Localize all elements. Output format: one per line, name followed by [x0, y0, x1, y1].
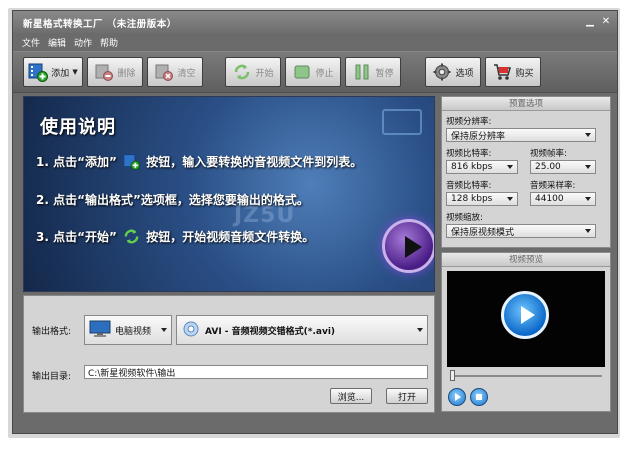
audio-bitrate-value: 128 kbps	[451, 194, 493, 204]
toolbar: 添加 ▼ 删除 清空 开始 停止 暂停 选项 购买	[13, 51, 617, 93]
minimize-icon[interactable]: ▁	[583, 15, 597, 28]
pause-icon	[352, 62, 372, 82]
output-panel: 输出格式: 电脑视频 AVI - 音频视频交错格式(*.avi) 输出目录: C…	[23, 295, 435, 413]
play-icon[interactable]	[501, 291, 549, 339]
chevron-down-icon	[585, 229, 591, 233]
delete-button-label: 删除	[117, 68, 136, 79]
output-format-label: 输出格式:	[32, 327, 72, 337]
open-button[interactable]: 打开	[386, 388, 428, 404]
sample-rate-select[interactable]: 44100	[530, 192, 596, 206]
preview-screen	[447, 271, 605, 367]
menu-help[interactable]: 帮助	[100, 36, 118, 49]
step-1-text-a: 1. 点击“添加”	[36, 155, 117, 169]
refresh-icon	[123, 228, 140, 245]
audio-bitrate-select[interactable]: 128 kbps	[446, 192, 518, 206]
delete-button[interactable]: 删除	[87, 57, 143, 87]
chevron-down-icon	[507, 165, 513, 169]
app-window: 新星格式转换工厂 （未注册版本） ▁ ✕ 文件 编辑 动作 帮助 添加 ▼ 删除…	[12, 10, 618, 434]
chevron-down-icon: ▼	[72, 68, 78, 76]
menu-edit[interactable]: 编辑	[48, 36, 66, 49]
step-3-text-a: 3. 点击“开始”	[36, 230, 117, 244]
step-3-text-b: 按钮，开始视频音频文件转换。	[146, 230, 315, 244]
step-1: 1. 点击“添加” 按钮，输入要转换的音视频文件到列表。	[36, 153, 362, 170]
delete-icon	[94, 62, 114, 82]
film-icon	[382, 109, 422, 135]
chevron-down-icon	[585, 133, 591, 137]
seek-handle[interactable]	[450, 370, 455, 381]
clear-button-label: 清空	[177, 68, 196, 79]
gear-icon	[432, 62, 452, 82]
step-1-text-b: 按钮，输入要转换的音视频文件到列表。	[146, 155, 363, 169]
output-format-value: AVI - 音频视频交错格式(*.avi)	[205, 326, 336, 337]
menu-action[interactable]: 动作	[74, 36, 92, 49]
stop-icon	[292, 62, 312, 82]
step-2: 2. 点击“输出格式”选项框，选择您要输出的格式。	[36, 193, 309, 207]
video-preview-header: 视频预览	[442, 253, 610, 267]
frame-rate-select[interactable]: 25.00	[530, 160, 596, 174]
video-resolution-select[interactable]: 保持原分辨率	[446, 128, 596, 142]
video-preview-panel: 视频预览	[441, 252, 611, 412]
chevron-down-icon	[507, 197, 513, 201]
monitor-icon	[89, 320, 111, 341]
instructions-banner: JZ5U 使用说明 1. 点击“添加” 按钮，输入要转换的音视频文件到列表。 2…	[23, 96, 435, 292]
video-bitrate-select[interactable]: 816 kbps	[446, 160, 518, 174]
video-resolution-value: 保持原分辨率	[451, 131, 506, 142]
video-resolution-label: 视频分辨率:	[446, 117, 492, 127]
video-scale-label: 视频缩放:	[446, 213, 483, 223]
output-dir-label: 输出目录:	[32, 372, 72, 382]
sample-rate-value: 44100	[535, 194, 564, 204]
output-dir-input[interactable]: C:\新星视频软件\输出	[84, 365, 428, 379]
banner-title: 使用说明	[40, 117, 116, 138]
video-scale-select[interactable]: 保持原视频模式	[446, 224, 596, 238]
start-button[interactable]: 开始	[225, 57, 281, 87]
video-bitrate-label: 视频比特率:	[446, 149, 492, 159]
device-category-select[interactable]: 电脑视频	[84, 315, 172, 345]
clear-icon	[154, 62, 174, 82]
chevron-down-icon	[585, 165, 591, 169]
close-icon[interactable]: ✕	[599, 15, 613, 28]
chevron-down-icon	[161, 328, 167, 332]
add-button-label: 添加	[51, 68, 70, 79]
pause-button[interactable]: 暂停	[345, 57, 401, 87]
options-button[interactable]: 选项	[425, 57, 481, 87]
video-scale-value: 保持原视频模式	[451, 227, 515, 238]
sample-rate-label: 音频采样率:	[530, 181, 576, 191]
add-button[interactable]: 添加 ▼	[23, 57, 83, 87]
audio-bitrate-label: 音频比特率:	[446, 181, 492, 191]
clear-button[interactable]: 清空	[147, 57, 203, 87]
play-button[interactable]	[448, 388, 466, 406]
seek-bar[interactable]	[452, 375, 602, 377]
stop-button[interactable]: 停止	[285, 57, 341, 87]
refresh-icon	[232, 62, 252, 82]
browse-button[interactable]: 浏览...	[330, 388, 372, 404]
menu-file[interactable]: 文件	[22, 36, 40, 49]
cart-icon	[492, 62, 512, 82]
options-button-label: 选项	[455, 68, 474, 79]
step-3: 3. 点击“开始” 按钮，开始视频音频文件转换。	[36, 228, 314, 245]
menu-bar: 文件 编辑 动作 帮助	[13, 33, 617, 50]
buy-button-label: 购买	[515, 68, 534, 79]
add-film-icon	[123, 153, 141, 170]
preset-options-header: 预置选项	[442, 97, 610, 111]
play-icon	[455, 393, 461, 401]
video-bitrate-value: 816 kbps	[451, 162, 493, 172]
preset-options-panel: 预置选项 视频分辨率: 保持原分辨率 视频比特率: 816 kbps 视频帧率:…	[441, 96, 611, 248]
stop-preview-button[interactable]	[470, 388, 488, 406]
start-button-label: 开始	[255, 68, 274, 79]
pause-button-label: 暂停	[375, 68, 394, 79]
frame-rate-value: 25.00	[535, 162, 561, 172]
add-film-icon	[28, 62, 49, 82]
play-icon	[382, 219, 434, 273]
buy-button[interactable]: 购买	[485, 57, 541, 87]
title-bar: 新星格式转换工厂 （未注册版本） ▁ ✕	[13, 11, 617, 33]
frame-rate-label: 视频帧率:	[530, 149, 567, 159]
stop-button-label: 停止	[315, 68, 334, 79]
device-category-value: 电脑视频	[115, 326, 152, 337]
chevron-down-icon	[585, 197, 591, 201]
stop-icon	[476, 394, 482, 400]
chevron-down-icon	[417, 328, 423, 332]
format-icon	[182, 320, 200, 341]
output-format-select[interactable]: AVI - 音频视频交错格式(*.avi)	[176, 315, 428, 345]
window-title: 新星格式转换工厂 （未注册版本）	[23, 19, 177, 30]
